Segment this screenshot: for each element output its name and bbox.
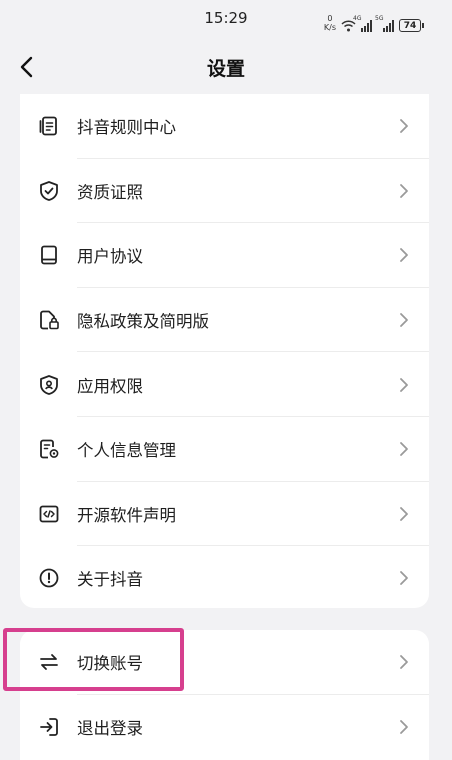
chevron-right-icon	[400, 183, 408, 198]
battery-level: 74	[403, 20, 417, 31]
chevron-right-icon	[400, 119, 408, 134]
document-list-icon	[38, 115, 60, 137]
network-speed-value: 0	[327, 14, 333, 23]
battery-tip	[422, 23, 424, 28]
status-icons: 0 K/s 4G 5G 74	[324, 6, 424, 32]
settings-card-about: 抖音规则中心 资质证照 用户协议 隐私政策及简明版 应用权限 个人信息管理 开源…	[20, 94, 429, 608]
menu-item-switch-account[interactable]: 切换账号	[20, 630, 429, 695]
header: 设置	[0, 40, 452, 94]
shield-person-icon	[38, 374, 60, 396]
menu-item-user-agreement[interactable]: 用户协议	[20, 223, 429, 288]
info-circle-icon	[38, 567, 60, 589]
menu-item-privacy-policy[interactable]: 隐私政策及简明版	[20, 288, 429, 353]
document-gear-icon	[38, 438, 60, 460]
sim2-network-tag: 5G	[375, 15, 384, 22]
menu-item-label: 关于抖音	[77, 570, 143, 590]
chevron-right-icon	[400, 506, 408, 521]
settings-card-account: 切换账号 退出登录	[20, 630, 429, 760]
menu-item-personal-info[interactable]: 个人信息管理	[20, 417, 429, 482]
menu-item-app-permissions[interactable]: 应用权限	[20, 352, 429, 417]
logout-icon	[38, 716, 60, 738]
switch-arrows-icon	[38, 651, 60, 673]
chevron-right-icon	[400, 442, 408, 457]
menu-item-open-source[interactable]: 开源软件声明	[20, 482, 429, 547]
menu-item-label: 个人信息管理	[77, 441, 176, 461]
chevron-right-icon	[400, 719, 408, 734]
chevron-right-icon	[400, 377, 408, 392]
menu-item-logout[interactable]: 退出登录	[20, 695, 429, 760]
menu-item-rules-center[interactable]: 抖音规则中心	[20, 94, 429, 159]
book-icon	[38, 244, 60, 266]
menu-item-qualifications[interactable]: 资质证照	[20, 159, 429, 224]
shield-check-icon	[38, 180, 60, 202]
menu-item-label: 用户协议	[77, 247, 143, 267]
network-speed: 0 K/s	[324, 14, 336, 32]
chevron-right-icon	[400, 313, 408, 327]
page-title: 设置	[206, 58, 245, 80]
cellular-signal-1-icon: 4G	[353, 15, 372, 32]
document-lock-icon	[38, 309, 60, 331]
code-icon	[38, 503, 60, 525]
cellular-signal-2-icon: 5G	[375, 15, 394, 32]
menu-item-label: 开源软件声明	[77, 505, 176, 525]
chevron-right-icon	[400, 248, 408, 263]
network-speed-unit: K/s	[323, 23, 336, 32]
menu-item-label: 应用权限	[77, 376, 143, 396]
chevron-right-icon	[400, 655, 408, 670]
menu-item-label: 资质证照	[77, 182, 143, 202]
battery-icon: 74	[399, 19, 421, 32]
menu-item-label: 抖音规则中心	[77, 118, 176, 138]
menu-item-about[interactable]: 关于抖音	[20, 546, 429, 611]
status-bar: 15:29 0 K/s 4G 5G 74	[0, 0, 452, 40]
sim1-network-tag: 4G	[353, 15, 362, 22]
menu-item-label: 隐私政策及简明版	[77, 312, 209, 332]
chevron-right-icon	[400, 571, 408, 586]
menu-item-label: 切换账号	[77, 654, 143, 674]
menu-item-label: 退出登录	[77, 718, 143, 738]
